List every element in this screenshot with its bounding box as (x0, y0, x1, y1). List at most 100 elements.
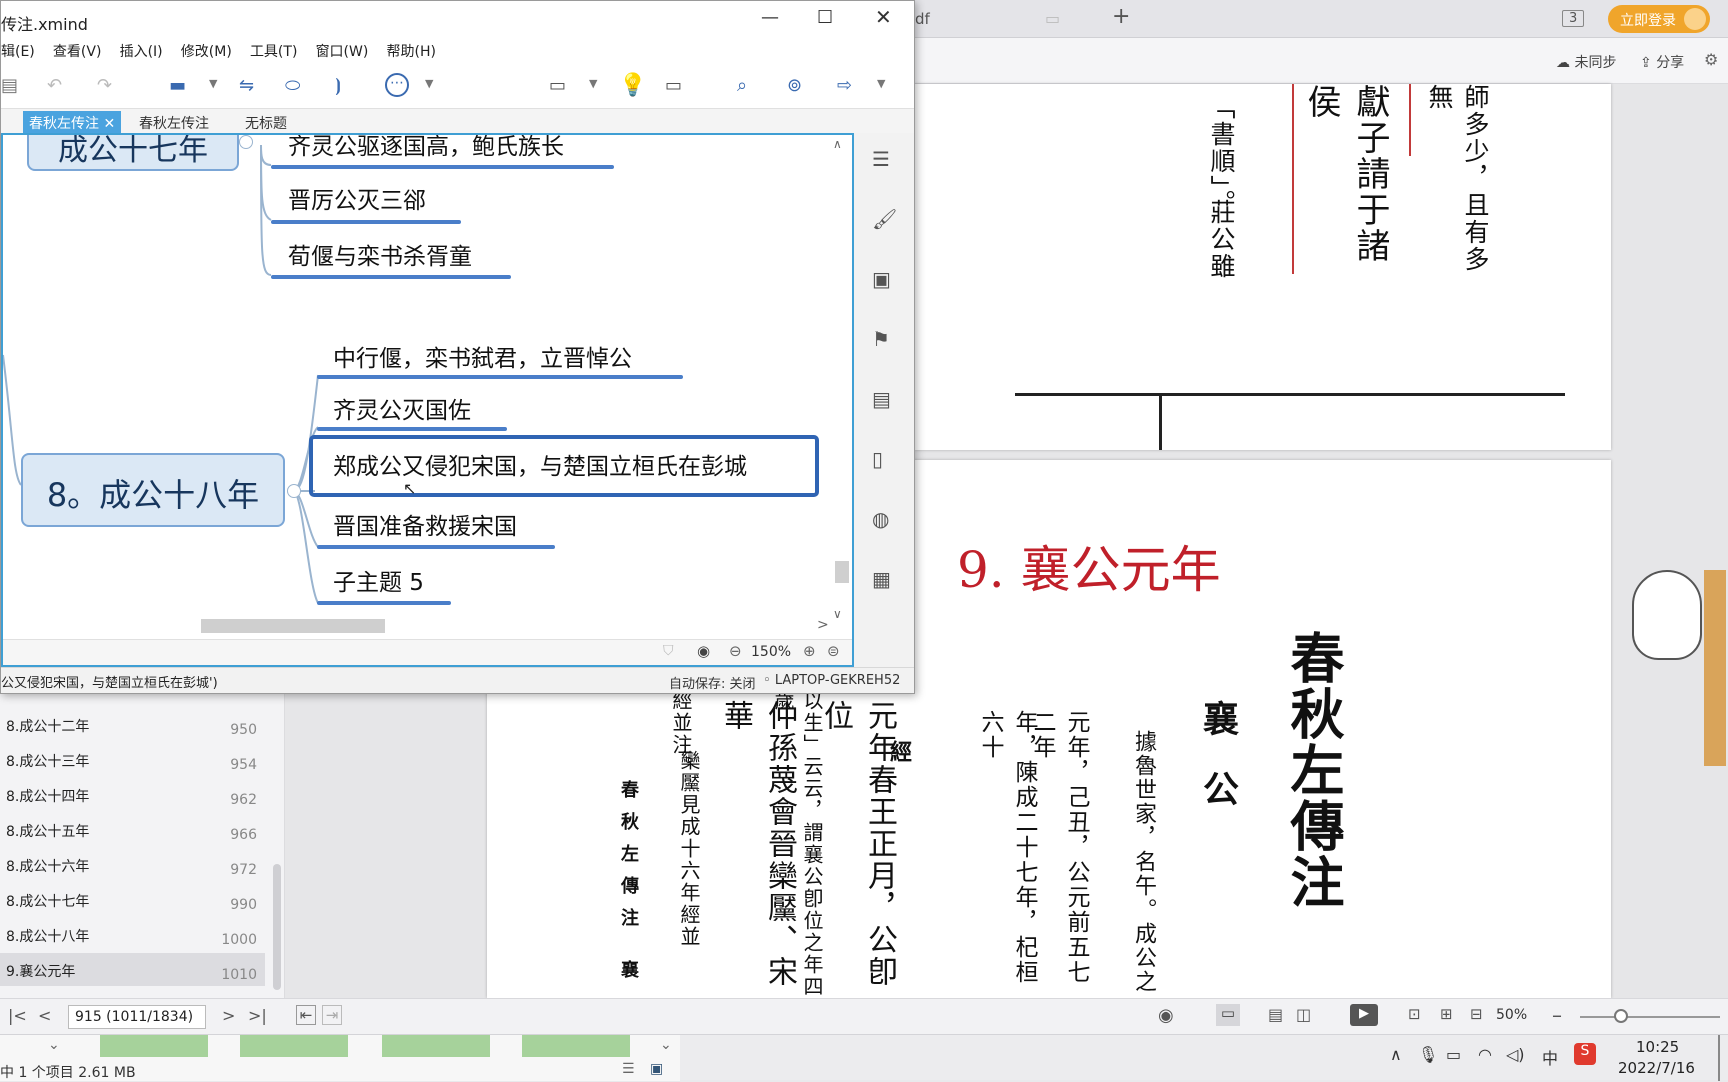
toc-item[interactable]: 8.成公十八年 1000 (0, 918, 265, 951)
prev-page-icon[interactable]: < (38, 1006, 51, 1025)
autosave-status[interactable]: 自动保存: 关闭 (669, 673, 756, 692)
toc-item[interactable]: 8.成公十七年 990 (0, 883, 265, 916)
vertical-scroll-thumb[interactable] (835, 561, 849, 583)
thumbnail-2[interactable] (240, 1035, 348, 1057)
collapse-toggle-icon[interactable] (287, 484, 301, 498)
notes-icon[interactable]: ▯ (872, 447, 883, 471)
subtopic-5[interactable]: 子主题 5 (333, 563, 424, 597)
sync-status[interactable]: ☁ 未同步 (1556, 52, 1616, 72)
more-icon[interactable]: ⋯ (385, 73, 409, 97)
ime-indicator[interactable]: 中 (1542, 1045, 1558, 1069)
prev-subtopic-1[interactable]: 齐灵公驱逐国高，鲍氏族长 (288, 135, 564, 161)
zoom-out-icon[interactable]: ⊖ (729, 642, 742, 660)
volume-icon[interactable]: ◁) (1506, 1045, 1525, 1064)
mindmap-canvas[interactable]: 成公十七年 齐灵公驱逐国高，鲍氏族长 晋厉公灭三郤 荀偃与栾书杀胥童 8。成公十… (1, 133, 854, 667)
chevron-down-icon[interactable]: ⌄ (48, 1037, 60, 1053)
outline-icon[interactable]: ☰ (872, 147, 890, 171)
zoom-level[interactable]: 150% (751, 644, 791, 660)
task-clipboard-icon[interactable]: ▦ (872, 567, 891, 591)
scroll-down-icon[interactable]: ∨ (833, 607, 842, 621)
toc-item[interactable]: 8.成公十二年 950 (0, 708, 265, 741)
forward-icon[interactable]: ⇥ (322, 1005, 342, 1025)
subtopic-2[interactable]: 齐灵公灭国佐 (333, 391, 471, 425)
filter-icon[interactable]: ⛉ (663, 643, 674, 659)
menu-modify[interactable]: 修改(M) (181, 41, 232, 61)
main-topic[interactable]: 8。成公十八年 (21, 453, 285, 527)
export-icon[interactable]: ⇨ (837, 75, 852, 96)
redo-icon[interactable]: ↷ (97, 75, 112, 96)
topic-icon[interactable]: ▬ (169, 75, 186, 96)
menu-view[interactable]: 查看(V) (53, 41, 102, 61)
collapse-toggle-icon[interactable] (239, 135, 253, 149)
thumbnail-1[interactable] (100, 1035, 208, 1057)
presentation-dropdown-icon[interactable]: ▼ (589, 77, 597, 90)
subtopic-3[interactable]: 郑成公又侵犯宋国，与楚国立桓氏在彭城 (333, 447, 747, 481)
text-style-icon[interactable]: ▤ (872, 387, 891, 411)
summary-icon[interactable]: ⦘ (335, 75, 341, 96)
undo-icon[interactable]: ↶ (47, 75, 62, 96)
fit-map-icon[interactable]: ⊜ (827, 642, 840, 660)
thumbnail-3[interactable] (382, 1035, 490, 1057)
zoom-level[interactable]: 50% (1496, 1007, 1527, 1023)
two-page-icon[interactable]: ◫ (1296, 1005, 1311, 1024)
fit-page-icon[interactable]: ⊞ (1440, 1005, 1453, 1023)
topic-dropdown-icon[interactable]: ▼ (209, 77, 217, 90)
export-dropdown-icon[interactable]: ▼ (877, 77, 885, 90)
horizontal-scroll-thumb[interactable] (201, 619, 385, 633)
zoom-out-icon[interactable]: – (1552, 1003, 1562, 1027)
scroll-right-icon[interactable]: > (817, 617, 829, 633)
zoom-slider-track[interactable] (1580, 1016, 1720, 1018)
sheet-tab-2[interactable]: 春秋左传注 (133, 111, 215, 133)
prev-main-topic[interactable]: 成公十七年 (27, 135, 239, 171)
tiles-view-icon[interactable]: ▣ (650, 1061, 663, 1077)
tab-close-icon[interactable]: ▭ (1045, 9, 1060, 28)
wifi-icon[interactable]: ◠ (1478, 1045, 1492, 1064)
menu-help[interactable]: 帮助(H) (386, 41, 435, 61)
comment-icon[interactable]: ◍ (872, 507, 889, 531)
zoom-slider-thumb[interactable] (1614, 1009, 1628, 1023)
mascot-sticker-icon[interactable] (1632, 570, 1702, 660)
pdf-tab-label[interactable]: df (915, 10, 930, 28)
toc-item[interactable]: 8.成公十六年 972 (0, 848, 265, 881)
page-count-icon[interactable]: 3 (1562, 10, 1585, 27)
tab-close-icon[interactable]: ✕ (103, 116, 115, 132)
clock-time[interactable]: 10:25 (1636, 1038, 1679, 1056)
show-desktop-button[interactable] (1718, 1035, 1720, 1081)
details-view-icon[interactable]: ☰ (622, 1061, 635, 1077)
relationship-icon[interactable]: ⇋ (239, 75, 254, 96)
clock-date[interactable]: 2022/7/16 (1618, 1059, 1695, 1077)
sheet-tab-active[interactable]: 春秋左传注 ✕ (23, 111, 122, 133)
share-button[interactable]: ⇪ 分享 (1640, 52, 1684, 72)
tray-chevron-icon[interactable]: ∧ (1390, 1045, 1402, 1064)
login-button[interactable]: 立即登录 (1608, 5, 1710, 33)
menu-insert[interactable]: 插入(I) (120, 41, 163, 61)
search-icon[interactable]: ⌕ (737, 75, 747, 96)
scroll-up-icon[interactable]: ∧ (833, 137, 842, 151)
ime-float-bar[interactable] (1704, 570, 1726, 766)
page-number-input[interactable]: 915 (1011/1834) (68, 1005, 206, 1029)
toc-scrollbar[interactable] (273, 864, 281, 990)
close-icon[interactable]: ✕ (875, 5, 892, 29)
more-dropdown-icon[interactable]: ▼ (425, 77, 433, 90)
fit-width-icon[interactable]: ⊟ (1470, 1005, 1483, 1023)
menu-window[interactable]: 窗口(W) (316, 41, 369, 61)
outline-view-icon[interactable]: ▭ (665, 75, 682, 96)
toc-item[interactable]: 8.成公十五年 966 (0, 813, 265, 846)
format-brush-icon[interactable]: 🖌 (872, 207, 897, 231)
last-page-icon[interactable]: >| (248, 1006, 267, 1025)
subtopic-1[interactable]: 中行偃，栾书弑君，立晋悼公 (333, 339, 632, 373)
settings-gear-icon[interactable]: ⚙ (1704, 50, 1718, 69)
maximize-icon[interactable]: ☐ (817, 7, 833, 28)
thumbnail-4[interactable] (522, 1035, 630, 1057)
toc-item[interactable]: 8.成公十三年 954 (0, 743, 265, 776)
microphone-icon[interactable]: 🎙 (1418, 1045, 1438, 1064)
back-icon[interactable]: ⇤ (296, 1005, 316, 1025)
boundary-icon[interactable]: ⬭ (285, 75, 300, 96)
continuous-page-icon[interactable]: ▤ (1268, 1005, 1283, 1024)
single-page-icon[interactable]: ▭ (1216, 1004, 1240, 1026)
prev-subtopic-3[interactable]: 荀偃与栾书杀胥童 (288, 237, 472, 271)
play-icon[interactable]: ▶ (1350, 1004, 1378, 1026)
first-page-icon[interactable]: |< (8, 1006, 27, 1025)
sheet-tab-3[interactable]: 无标题 (239, 111, 293, 133)
zoom-in-icon[interactable]: ⊕ (803, 642, 816, 660)
